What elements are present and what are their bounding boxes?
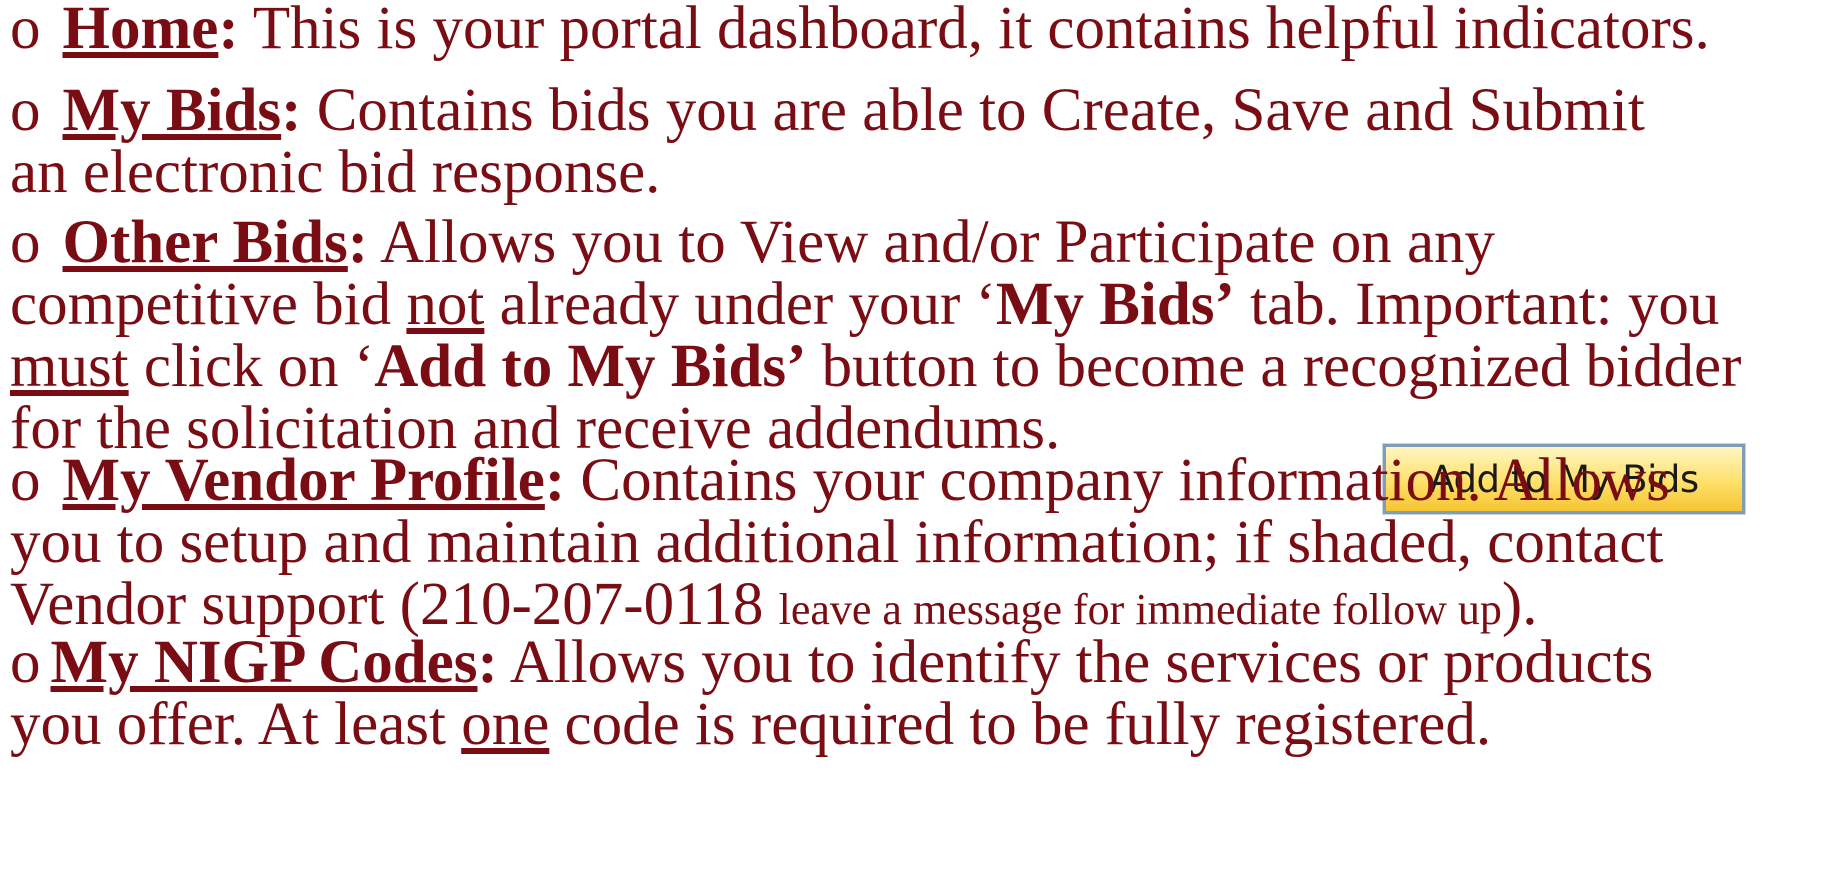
other-bids-emphasis-must: must [10,333,129,400]
other-bids-add-button-ref: Add to My Bids’ [374,333,807,400]
colon: : [477,629,498,696]
bullet: o [10,0,41,62]
home-item: o Home: This is your portal dashboard, it… [10,0,1710,60]
my-vendor-profile-description-line1: Contains your company information. Allow… [565,447,1670,514]
my-bids-item: o My Bids: Contains bids you are able to … [10,80,1645,204]
my-nigp-codes-term: My NIGP Codes [50,629,478,696]
other-bids-text: button to become a recognized bidder [806,333,1742,400]
vendor-support-text: Vendor support (210-207-0118 [10,571,779,638]
other-bids-description-line1: Allows you to View and/or Participate on… [368,209,1496,276]
home-term: Home [62,0,219,62]
colon: : [281,77,302,144]
my-vendor-profile-term: My Vendor Profile [62,447,545,514]
other-bids-my-bids-ref: My Bids’ [995,271,1235,338]
colon: : [218,0,239,62]
bullet: o [10,77,41,144]
nigp-text: code is required to be fully registered. [549,691,1492,758]
my-bids-description-line2: an electronic bid response. [10,139,661,206]
bullet: o [10,209,41,276]
my-nigp-codes-description-line1: Allows you to identify the services or p… [497,629,1654,696]
other-bids-text: click on ‘ [128,333,375,400]
vendor-support-text: ). [1501,571,1538,638]
other-bids-emphasis-not: not [406,271,485,338]
other-bids-text: competitive bid [10,271,407,338]
nigp-text: you offer. At least [10,691,462,758]
my-nigp-codes-item: o My NIGP Codes: Allows you to identify t… [10,632,1653,756]
other-bids-item: o Other Bids: Allows you to View and/or P… [10,212,1741,460]
other-bids-text: already under your ‘ [484,271,996,338]
bullet: o [10,629,41,696]
home-description: This is your portal dashboard, it contai… [238,0,1710,62]
my-vendor-profile-item: o My Vendor Profile: Contains your compan… [10,450,1670,641]
nigp-emphasis-one: one [461,691,550,758]
colon: : [544,447,566,514]
my-bids-term: My Bids [62,77,282,144]
other-bids-term: Other Bids [62,209,348,276]
vendor-support-note: leave a message for immediate follow up [778,585,1502,634]
colon: : [347,209,369,276]
my-bids-description-line1: Contains bids you are able to Create, Sa… [301,77,1645,144]
document: o Home: This is your portal dashboard, it… [0,0,1841,869]
my-vendor-profile-description-line2: you to setup and maintain additional inf… [10,509,1664,576]
bullet: o [10,447,41,514]
other-bids-text: tab. Important: you [1234,271,1720,338]
